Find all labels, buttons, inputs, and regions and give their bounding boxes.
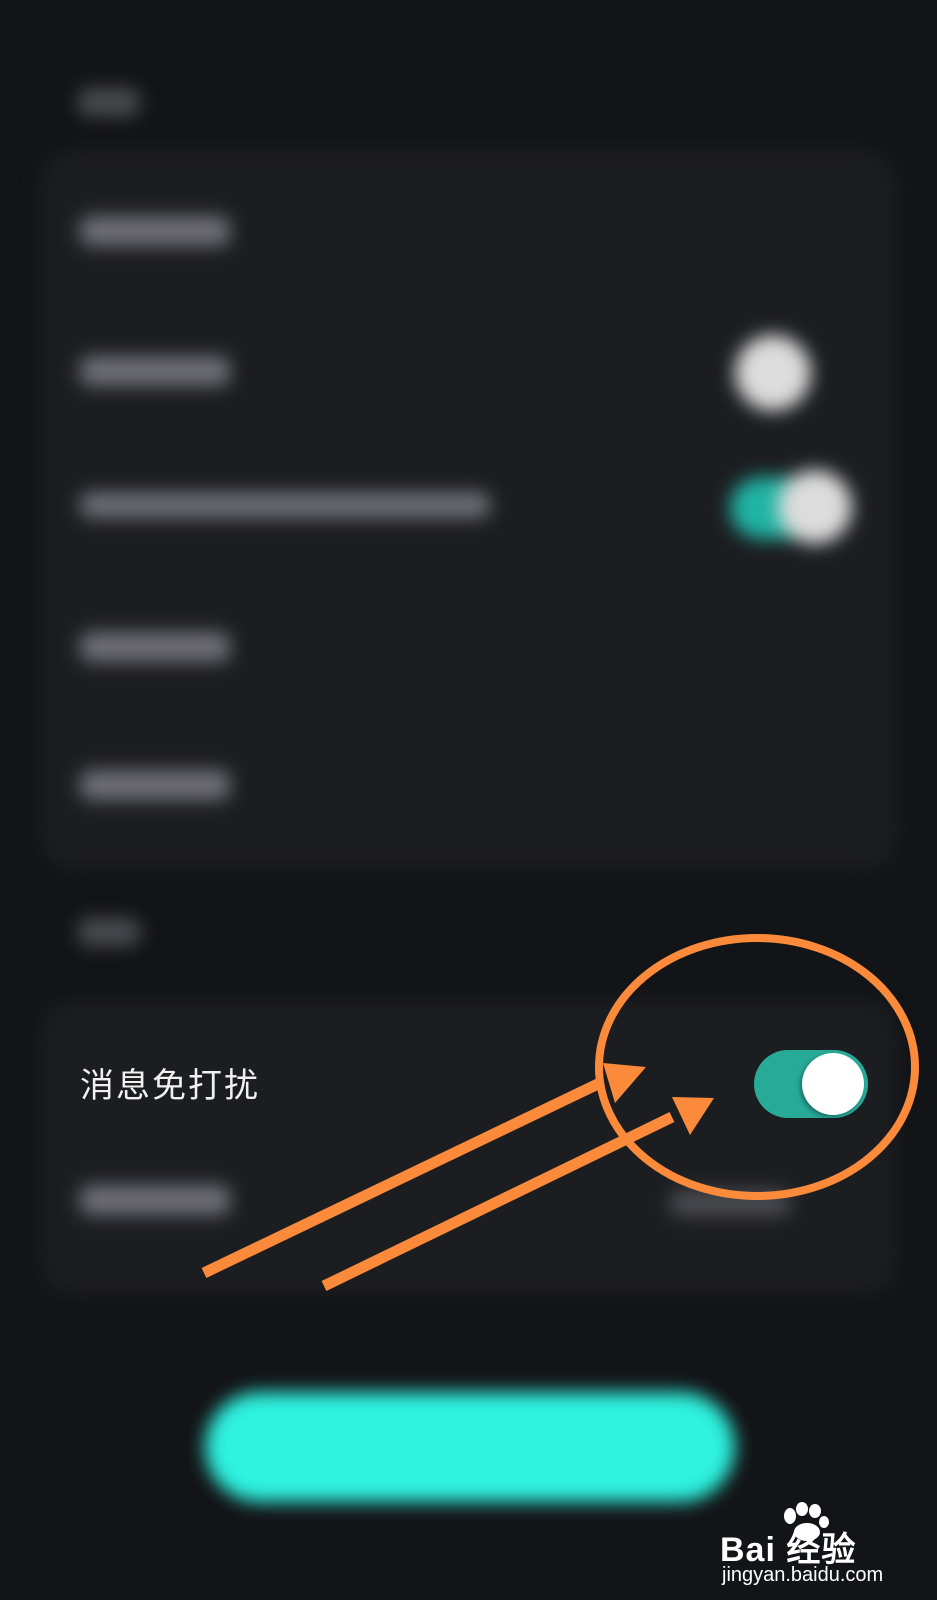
highlight-ellipse <box>595 934 919 1200</box>
watermark: Bai 经验 jingyan.baidu.com <box>720 1502 920 1592</box>
watermark-url: jingyan.baidu.com <box>722 1564 884 1586</box>
annotation-overlay <box>201 934 919 1291</box>
